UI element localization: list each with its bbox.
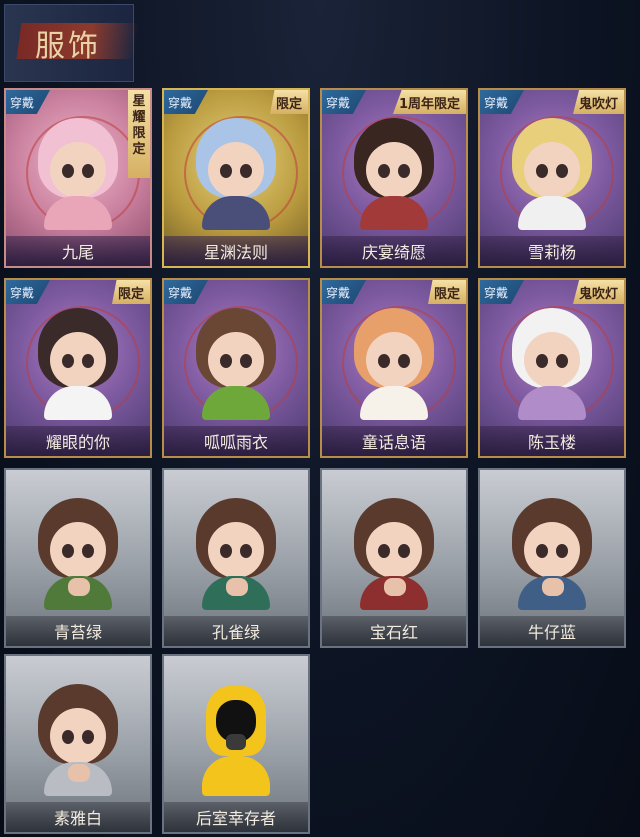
wearing-badge: 穿戴 bbox=[6, 90, 50, 114]
costume-name: 耀眼的你 bbox=[45, 433, 110, 452]
costume-name: 九尾 bbox=[61, 243, 94, 262]
rarity-tag: 限定 bbox=[111, 280, 150, 304]
costume-card-yaoyan[interactable]: 穿戴 限定 耀眼的你 bbox=[4, 278, 152, 458]
costume-card-chenyulou[interactable]: 穿戴 鬼吹灯 陈玉楼 bbox=[478, 278, 626, 458]
costume-name: 陈玉楼 bbox=[527, 433, 576, 452]
costume-card-guagua[interactable]: 穿戴 呱呱雨衣 bbox=[162, 278, 310, 458]
costume-name: 牛仔蓝 bbox=[527, 623, 576, 642]
costume-card-tonghua[interactable]: 穿戴 限定 童话息语 bbox=[320, 278, 468, 458]
costume-name-plate: 雪莉杨 bbox=[480, 236, 624, 266]
costume-card-baoshihong[interactable]: 宝石红 bbox=[320, 468, 468, 648]
page-title: 服饰 bbox=[35, 29, 101, 64]
section-header: 服饰 bbox=[4, 4, 140, 82]
character-portrait bbox=[180, 112, 292, 230]
costume-name: 宝石红 bbox=[369, 623, 418, 642]
wearing-badge: 穿戴 bbox=[164, 280, 208, 304]
costume-card-xingyuan[interactable]: 穿戴 限定 星渊法则 bbox=[162, 88, 310, 268]
costume-name-plate: 呱呱雨衣 bbox=[164, 426, 308, 456]
character-portrait bbox=[496, 492, 608, 610]
wearing-badge: 穿戴 bbox=[322, 280, 366, 304]
costume-card-qingyan[interactable]: 穿戴 1周年限定 庆宴绮愿 bbox=[320, 88, 468, 268]
costume-card-qingtailv[interactable]: 青苔绿 bbox=[4, 468, 152, 648]
character-portrait bbox=[496, 112, 608, 230]
costume-name: 孔雀绿 bbox=[211, 623, 260, 642]
costume-name-plate: 孔雀绿 bbox=[164, 616, 308, 646]
character-portrait bbox=[22, 678, 134, 796]
wearing-badge: 穿戴 bbox=[322, 90, 366, 114]
character-portrait bbox=[180, 302, 292, 420]
rarity-tag: 限定 bbox=[427, 280, 466, 304]
costume-name: 后室幸存者 bbox=[195, 809, 276, 828]
costume-card-houshixingcunzhe[interactable]: 后室幸存者 bbox=[162, 654, 310, 834]
rarity-tag: 鬼吹灯 bbox=[572, 90, 624, 114]
costume-name: 童话息语 bbox=[361, 433, 426, 452]
character-portrait bbox=[496, 302, 608, 420]
wearing-badge: 穿戴 bbox=[480, 90, 524, 114]
character-portrait bbox=[22, 302, 134, 420]
wearing-badge: 穿戴 bbox=[164, 90, 208, 114]
costume-name: 星渊法则 bbox=[203, 243, 268, 262]
rarity-tag: 鬼吹灯 bbox=[572, 280, 624, 304]
costume-card-jiuwei[interactable]: 穿戴 星耀限定 九尾 bbox=[4, 88, 152, 268]
costume-card-kongquelv[interactable]: 孔雀绿 bbox=[162, 468, 310, 648]
costume-name-plate: 星渊法则 bbox=[164, 236, 308, 266]
wearing-badge: 穿戴 bbox=[480, 280, 524, 304]
costume-name: 青苔绿 bbox=[53, 623, 102, 642]
character-portrait bbox=[22, 492, 134, 610]
rarity-tag: 限定 bbox=[269, 90, 308, 114]
character-portrait bbox=[180, 678, 292, 796]
costume-name-plate: 九尾 bbox=[6, 236, 150, 266]
wearing-badge: 穿戴 bbox=[6, 280, 50, 304]
costume-name-plate: 牛仔蓝 bbox=[480, 616, 624, 646]
costume-name: 素雅白 bbox=[53, 809, 102, 828]
costume-name-plate: 童话息语 bbox=[322, 426, 466, 456]
character-portrait bbox=[22, 112, 134, 230]
costume-name: 雪莉杨 bbox=[527, 243, 576, 262]
costume-name: 庆宴绮愿 bbox=[361, 243, 426, 262]
costume-name-plate: 庆宴绮愿 bbox=[322, 236, 466, 266]
rarity-tag: 1周年限定 bbox=[392, 90, 466, 114]
rarity-tag: 星耀限定 bbox=[128, 90, 150, 178]
character-portrait bbox=[338, 302, 450, 420]
costume-name: 呱呱雨衣 bbox=[203, 433, 268, 452]
costume-name-plate: 陈玉楼 bbox=[480, 426, 624, 456]
costume-name-plate: 青苔绿 bbox=[6, 616, 150, 646]
costume-name-plate: 耀眼的你 bbox=[6, 426, 150, 456]
character-portrait bbox=[338, 492, 450, 610]
costume-name-plate: 素雅白 bbox=[6, 802, 150, 832]
costume-card-suyabai[interactable]: 素雅白 bbox=[4, 654, 152, 834]
costume-card-xueliyang[interactable]: 穿戴 鬼吹灯 雪莉杨 bbox=[478, 88, 626, 268]
costume-name-plate: 宝石红 bbox=[322, 616, 466, 646]
costume-card-niuzailan[interactable]: 牛仔蓝 bbox=[478, 468, 626, 648]
character-portrait bbox=[180, 492, 292, 610]
costume-name-plate: 后室幸存者 bbox=[164, 802, 308, 832]
character-portrait bbox=[338, 112, 450, 230]
